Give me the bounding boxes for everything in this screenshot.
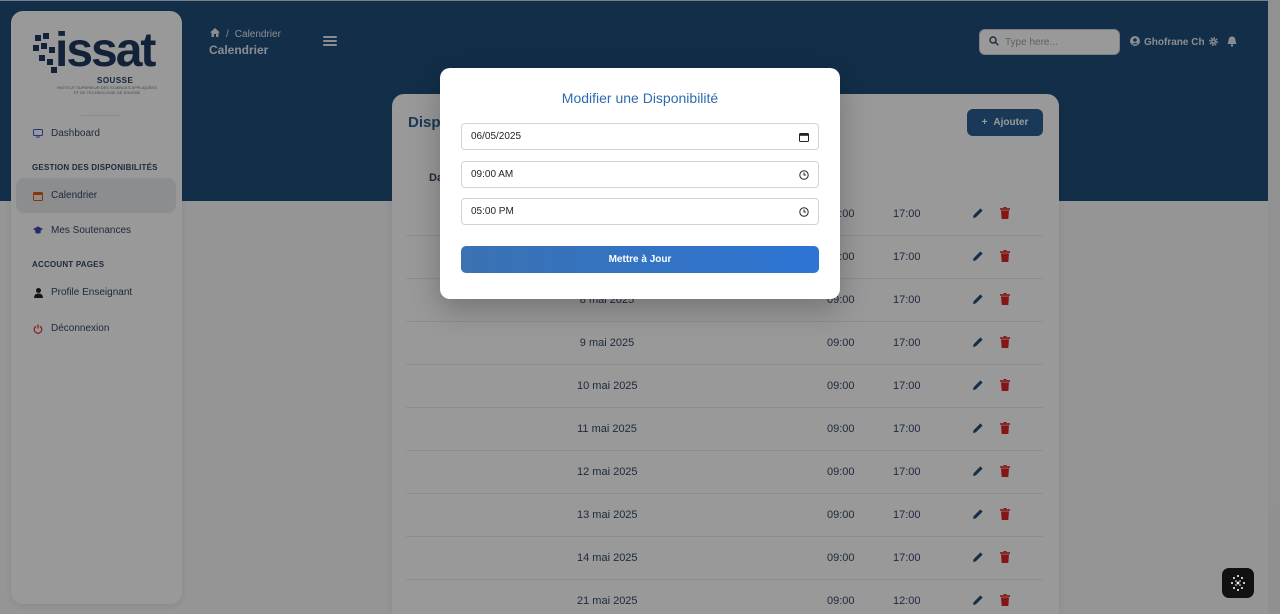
- start-time-value: 09:00 AM: [471, 169, 514, 180]
- edit-availability-modal: Modifier une Disponibilité 06/05/2025 09…: [440, 68, 840, 299]
- start-time-field[interactable]: 09:00 AM: [461, 161, 819, 188]
- modal-title: Modifier une Disponibilité: [561, 90, 719, 106]
- date-field[interactable]: 06/05/2025: [461, 123, 819, 150]
- calendar-icon[interactable]: [798, 131, 809, 142]
- clock-icon[interactable]: [798, 169, 809, 180]
- update-button[interactable]: Mettre à Jour: [461, 246, 819, 273]
- assistant-widget-icon[interactable]: [1222, 568, 1254, 598]
- end-time-field[interactable]: 05:00 PM: [461, 198, 819, 225]
- clock-icon[interactable]: [798, 206, 809, 217]
- end-time-value: 05:00 PM: [471, 206, 514, 217]
- date-field-value: 06/05/2025: [471, 131, 522, 142]
